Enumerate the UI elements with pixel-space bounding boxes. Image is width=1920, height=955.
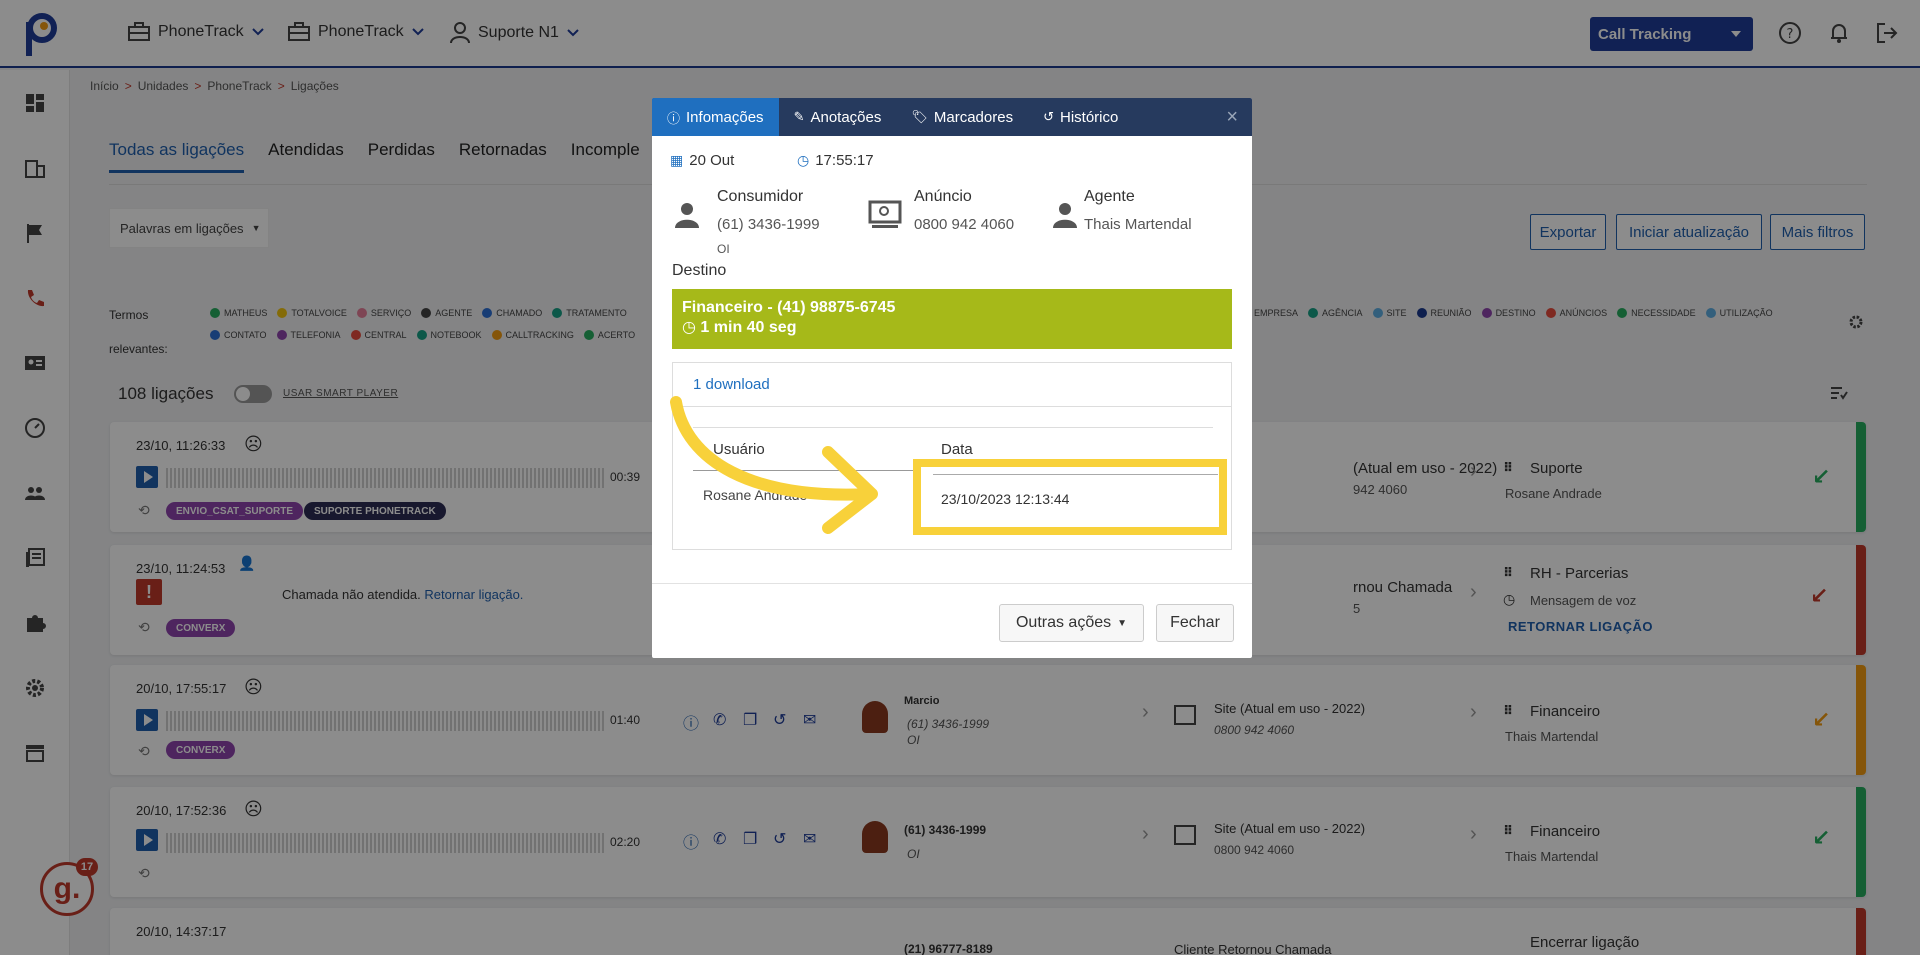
tab-markers-label: Marcadores bbox=[933, 108, 1014, 126]
ad-phone: 0800 942 4060 bbox=[914, 216, 1015, 233]
destination-value: Financeiro - (41) 98875-6745 bbox=[682, 299, 896, 316]
consumer-phone: (61) 3436-1999 bbox=[717, 216, 820, 233]
edit-icon: ✎ bbox=[793, 109, 805, 124]
tab-notes-label: Anotações bbox=[810, 108, 882, 126]
destination-label: Destino bbox=[672, 262, 727, 279]
close-icon[interactable]: × bbox=[1226, 106, 1238, 129]
person-icon bbox=[675, 203, 699, 228]
ad-monitor-icon bbox=[868, 200, 902, 228]
agent-name: Thais Martendal bbox=[1084, 216, 1192, 233]
ad-label: Anúncio bbox=[914, 188, 972, 205]
clock-icon: ◷ bbox=[682, 319, 696, 336]
other-actions-label: Outras ações bbox=[1015, 614, 1112, 631]
destination-box: Financeiro - (41) 98875-6745 ◷ 1 min 40 … bbox=[672, 289, 1232, 349]
annotation-arrow-icon bbox=[670, 396, 878, 534]
tags-icon: 🏷 bbox=[911, 109, 928, 124]
close-button[interactable]: Fechar bbox=[1156, 604, 1234, 642]
call-time-value: 17:55:17 bbox=[815, 152, 874, 169]
download-date-highlight: 23/10/2023 12:13:44 bbox=[913, 459, 1227, 535]
destination-duration-value: 1 min 40 seg bbox=[700, 319, 797, 336]
agent-label: Agente bbox=[1084, 188, 1135, 205]
tab-history-label: Histórico bbox=[1059, 108, 1119, 126]
call-time: ◷ 17:55:17 bbox=[797, 152, 874, 169]
tab-markers[interactable]: 🏷 Marcadores bbox=[896, 98, 1028, 136]
column-date: Data bbox=[941, 441, 973, 458]
call-date-value: 20 Out bbox=[689, 152, 735, 169]
clock-icon: ◷ bbox=[797, 152, 810, 168]
tab-notes[interactable]: ✎ Anotações bbox=[779, 98, 897, 136]
caret-down-icon: ▼ bbox=[1117, 617, 1128, 629]
highlight-divider bbox=[933, 474, 1218, 475]
modal-tabs: ⓘ Infomações ✎ Anotações 🏷 Marcadores ↺ … bbox=[652, 98, 1252, 136]
call-date: ▦ 20 Out bbox=[670, 152, 734, 169]
destination-duration: ◷ 1 min 40 seg bbox=[682, 318, 1222, 338]
consumer-label: Consumidor bbox=[717, 188, 804, 205]
download-date: 23/10/2023 12:13:44 bbox=[941, 491, 1070, 507]
history-icon: ↺ bbox=[1043, 109, 1054, 124]
agent-icon bbox=[1053, 203, 1077, 228]
tab-info[interactable]: ⓘ Infomações bbox=[652, 98, 779, 136]
calendar-icon: ▦ bbox=[670, 152, 684, 168]
consumer-operator: OI bbox=[717, 242, 730, 256]
info-icon: ⓘ bbox=[667, 110, 681, 126]
tab-history[interactable]: ↺ Histórico bbox=[1028, 98, 1133, 136]
tab-info-label: Infomações bbox=[686, 108, 764, 126]
call-details-modal: ⓘ Infomações ✎ Anotações 🏷 Marcadores ↺ … bbox=[652, 98, 1252, 658]
modal-footer-divider bbox=[652, 583, 1252, 584]
other-actions-button[interactable]: Outras ações ▼ bbox=[999, 604, 1144, 642]
